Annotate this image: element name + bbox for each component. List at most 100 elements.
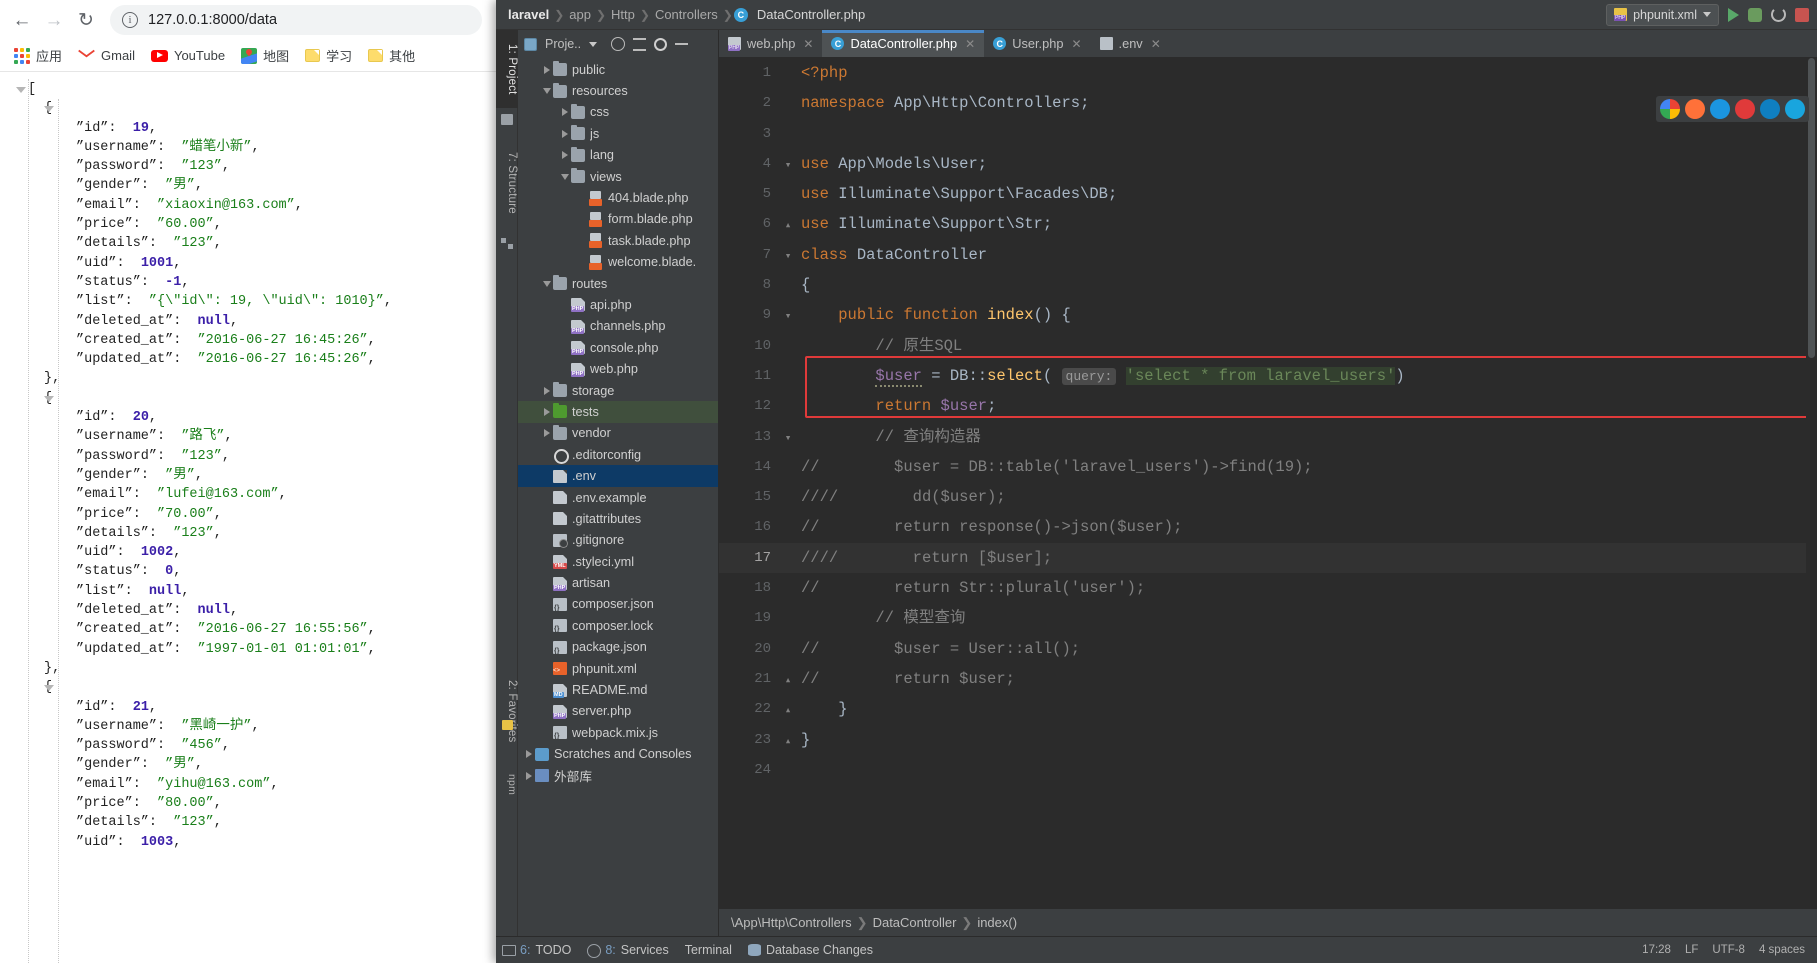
status-item-todo[interactable]: 6: TODO	[502, 943, 571, 957]
editor-tab[interactable]: C User.php ✕	[984, 30, 1090, 57]
twisty-icon[interactable]	[558, 151, 571, 160]
tree-node[interactable]: public	[518, 59, 718, 80]
breadcrumb-item-file[interactable]: DataController.php	[753, 7, 869, 22]
tree-node[interactable]: 外部库	[518, 765, 718, 786]
fold-icon[interactable]: ▾	[781, 151, 795, 181]
breadcrumb-namespace[interactable]: \App\Http\Controllers	[731, 915, 852, 930]
bookmark-study[interactable]: 学习	[299, 43, 358, 68]
play-icon[interactable]	[1728, 7, 1739, 22]
tree-node[interactable]: PHP server.php	[518, 701, 718, 722]
collapse-arrow-icon[interactable]	[44, 395, 54, 402]
settings-gear-icon[interactable]	[654, 37, 668, 51]
twisty-icon[interactable]	[540, 280, 553, 287]
sidebar-item-structure[interactable]: 7: Structure	[496, 135, 518, 231]
tree-node[interactable]: composer.json	[518, 594, 718, 615]
editor-tab[interactable]: web.php ✕	[719, 30, 822, 57]
forward-icon[interactable]: →	[38, 4, 70, 36]
tree-node[interactable]: form.blade.php	[518, 209, 718, 230]
file-encoding[interactable]: UTF-8	[1712, 944, 1745, 956]
tree-node[interactable]: PHP channels.php	[518, 316, 718, 337]
tree-node[interactable]: webpack.mix.js	[518, 722, 718, 743]
tree-node[interactable]: welcome.blade.	[518, 252, 718, 273]
twisty-icon[interactable]	[540, 65, 553, 74]
tree-node[interactable]: vendor	[518, 423, 718, 444]
breadcrumb-method[interactable]: index()	[977, 915, 1017, 930]
stop-icon[interactable]	[1795, 7, 1809, 22]
reload-icon[interactable]: ↻	[70, 4, 102, 36]
tree-node[interactable]: Scratches and Consoles	[518, 744, 718, 765]
tree-node[interactable]: YML .styleci.yml	[518, 551, 718, 572]
status-item-database-changes[interactable]: Database Changes	[747, 943, 873, 957]
opera-icon[interactable]	[1735, 99, 1755, 119]
editor-tab[interactable]: .env ✕	[1091, 30, 1170, 57]
fold-icon[interactable]: ▾	[781, 424, 795, 454]
editor-scrollbar[interactable]	[1806, 58, 1817, 908]
collapse-arrow-icon[interactable]	[16, 87, 26, 93]
tree-node[interactable]: .gitattributes	[518, 508, 718, 529]
safari-icon[interactable]	[1710, 99, 1730, 119]
run-configuration-selector[interactable]: phpunit.xml	[1606, 3, 1719, 26]
fold-icon[interactable]: ▾	[781, 302, 795, 332]
editor-tab[interactable]: C DataController.php ✕	[822, 30, 985, 57]
status-item-services[interactable]: 8: Services	[587, 943, 669, 958]
indent-setting[interactable]: 4 spaces	[1759, 944, 1805, 956]
tree-node[interactable]: composer.lock	[518, 615, 718, 636]
fold-icon[interactable]: ▴	[781, 727, 795, 757]
bookmark-gmail[interactable]: Gmail	[72, 45, 141, 66]
tree-node[interactable]: PHP api.php	[518, 294, 718, 315]
tree-node[interactable]: PHP web.php	[518, 358, 718, 379]
tree-node[interactable]: 404.blade.php	[518, 187, 718, 208]
tree-node[interactable]: js	[518, 123, 718, 144]
tree-node[interactable]: storage	[518, 380, 718, 401]
collapse-arrow-icon[interactable]	[44, 685, 54, 692]
caret-position[interactable]: 17:28	[1642, 944, 1671, 956]
close-icon[interactable]: ✕	[965, 37, 975, 51]
tree-node[interactable]: task.blade.php	[518, 230, 718, 251]
code-editor[interactable]: 1 <?php 2 namespace App\Http\Controllers; 3 4…	[719, 58, 1817, 908]
twisty-icon[interactable]	[522, 771, 535, 780]
edge-icon[interactable]	[1760, 99, 1780, 119]
breadcrumb-class[interactable]: DataController	[873, 915, 957, 930]
tree-node[interactable]: views	[518, 166, 718, 187]
bug-icon[interactable]	[1748, 7, 1762, 22]
editor-tabs[interactable]: web.php✕CDataController.php✕CUser.php✕.e…	[719, 30, 1817, 58]
twisty-icon[interactable]	[558, 173, 571, 180]
bookmark-apps[interactable]: 应用	[8, 43, 68, 68]
back-icon[interactable]: ←	[6, 4, 38, 36]
bookmark-other[interactable]: 其他	[362, 43, 421, 68]
tree-node[interactable]: .editorconfig	[518, 444, 718, 465]
address-bar[interactable]: i 127.0.0.1:8000/data	[110, 5, 482, 35]
status-item-terminal[interactable]: Terminal	[685, 943, 732, 957]
twisty-icon[interactable]	[540, 429, 553, 438]
close-icon[interactable]: ✕	[803, 37, 813, 51]
bookmark-youtube[interactable]: YouTube	[145, 45, 231, 66]
hide-icon[interactable]	[675, 43, 689, 45]
twisty-icon[interactable]	[558, 129, 571, 138]
twisty-icon[interactable]	[540, 407, 553, 416]
chevron-down-icon[interactable]	[589, 41, 598, 47]
tree-node[interactable]: .gitignore	[518, 530, 718, 551]
tree-node[interactable]: .env	[518, 465, 718, 487]
line-separator[interactable]: LF	[1685, 944, 1698, 956]
fold-icon[interactable]: ▴	[781, 666, 795, 696]
tree-node[interactable]: MD README.md	[518, 679, 718, 700]
bookmark-maps[interactable]: 地图	[235, 43, 295, 68]
sidebar-item-project[interactable]: 1: Project	[496, 30, 518, 108]
twisty-icon[interactable]	[522, 750, 535, 759]
locate-icon[interactable]	[611, 37, 626, 51]
breadcrumb-item-http[interactable]: Http	[607, 7, 639, 22]
collapse-all-icon[interactable]	[633, 37, 647, 51]
close-icon[interactable]: ✕	[1071, 37, 1081, 51]
tree-node[interactable]: routes	[518, 273, 718, 294]
breadcrumb-item-app[interactable]: app	[565, 7, 595, 22]
tree-node[interactable]: phpunit.xml	[518, 658, 718, 679]
scrollbar-thumb[interactable]	[1808, 58, 1815, 358]
chrome-icon[interactable]	[1660, 99, 1680, 119]
rerun-icon[interactable]	[1771, 7, 1786, 22]
fold-icon[interactable]: ▴	[781, 211, 795, 241]
tree-node[interactable]: lang	[518, 145, 718, 166]
tree-node[interactable]: resources	[518, 80, 718, 101]
project-file-tree[interactable]: public resources css js lang views 404.blade.p…	[518, 58, 718, 936]
tree-node[interactable]: PHP console.php	[518, 337, 718, 358]
sidebar-item-favorites[interactable]: 2: Favorites	[496, 660, 518, 762]
